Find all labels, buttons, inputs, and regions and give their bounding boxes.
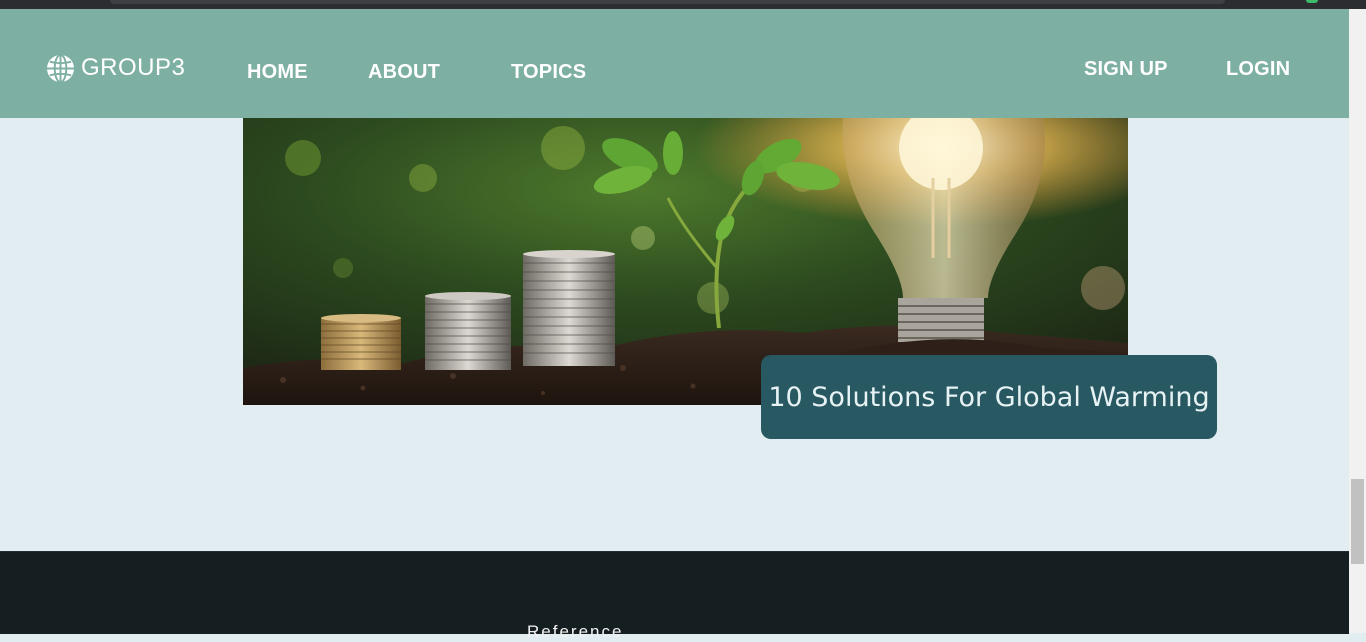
globe-icon bbox=[46, 53, 75, 83]
page-scrollbar[interactable] bbox=[1349, 9, 1366, 633]
brand-logo[interactable]: GROUP3 bbox=[46, 53, 185, 83]
article-title-card[interactable]: 10 Solutions For Global Warming bbox=[761, 355, 1217, 439]
login-link[interactable]: LOGIN bbox=[1226, 58, 1290, 81]
brand-name: GROUP3 bbox=[81, 54, 186, 81]
top-navbar: GROUP3 HOME ABOUT TOPICS SIGN UP LOGIN bbox=[0, 9, 1349, 118]
browser-status-icon bbox=[1306, 0, 1318, 3]
browser-address-bar[interactable] bbox=[110, 0, 1225, 4]
article-title: 10 Solutions For Global Warming bbox=[768, 381, 1210, 413]
footer-reference-heading: Reference bbox=[527, 622, 624, 641]
page-footer: Reference bbox=[0, 551, 1349, 641]
nav-topics-link[interactable]: TOPICS bbox=[511, 61, 586, 84]
scrollbar-thumb[interactable] bbox=[1351, 479, 1364, 564]
nav-about-link[interactable]: ABOUT bbox=[368, 61, 440, 84]
nav-home-link[interactable]: HOME bbox=[247, 61, 308, 84]
signup-link[interactable]: SIGN UP bbox=[1084, 58, 1168, 81]
browser-chrome-strip bbox=[0, 0, 1366, 9]
